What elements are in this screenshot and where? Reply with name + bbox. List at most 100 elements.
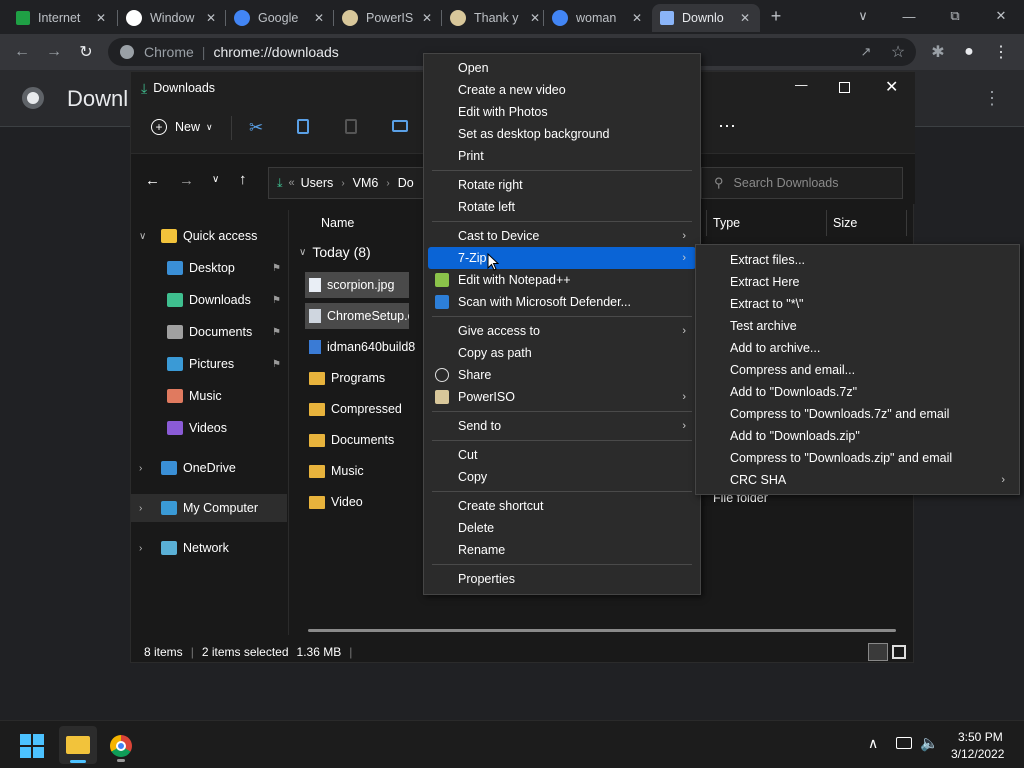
address-bar[interactable]: ⤓ « Users › VM6 › Do <box>268 167 428 199</box>
menu-item-print[interactable]: Print <box>428 145 696 167</box>
column-divider[interactable] <box>826 210 827 236</box>
column-header-type[interactable]: Type <box>713 216 740 230</box>
menu-item-create-shortcut[interactable]: Create shortcut <box>428 495 696 517</box>
forward-arrow-icon[interactable]: → <box>179 172 194 189</box>
tab-close-icon[interactable]: ✕ <box>204 11 218 25</box>
zip-menu-item-crc-sha[interactable]: CRC SHA › <box>700 469 1015 491</box>
file-row[interactable]: Video <box>305 489 415 515</box>
menu-item-share[interactable]: Share <box>428 364 696 386</box>
breadcrumb-overflow-icon[interactable]: « <box>289 177 295 189</box>
large-icons-view-icon[interactable] <box>892 645 906 659</box>
minimize-icon[interactable]: — <box>886 0 932 32</box>
restore-icon[interactable]: ⧉ <box>932 0 978 32</box>
menu-item-create-a-new-video[interactable]: Create a new video <box>428 79 696 101</box>
new-button[interactable]: + New ∨ <box>151 119 213 135</box>
close-icon[interactable]: ✕ <box>978 0 1024 32</box>
network-icon[interactable] <box>896 737 912 749</box>
column-header-size[interactable]: Size <box>833 216 857 230</box>
taskbar-file-explorer[interactable] <box>59 726 97 764</box>
nav-item-my-computer[interactable]: › My Computer <box>131 494 287 522</box>
nav-item-downloads[interactable]: Downloads ⚑ <box>131 286 287 314</box>
tab-window[interactable]: Window ✕ <box>118 4 226 32</box>
menu-item-open[interactable]: Open <box>428 57 696 79</box>
search-input[interactable]: ⚲ Search Downloads <box>701 167 903 199</box>
taskbar-chrome[interactable] <box>104 729 138 763</box>
nav-item-pictures[interactable]: Pictures ⚑ <box>131 350 287 378</box>
zip-menu-item-compress-to-downloads-7z-and-email[interactable]: Compress to "Downloads.7z" and email <box>700 403 1015 425</box>
nav-item-music[interactable]: Music <box>131 382 287 410</box>
menu-item-cut[interactable]: Cut <box>428 444 696 466</box>
minimize-icon[interactable]: — <box>795 78 808 92</box>
menu-item-edit-with-notepad[interactable]: Edit with Notepad++ <box>428 269 696 291</box>
zip-menu-item-compress-to-downloads-zip-and-email[interactable]: Compress to "Downloads.zip" and email <box>700 447 1015 469</box>
menu-item-properties[interactable]: Properties <box>428 568 696 590</box>
menu-item-set-as-desktop-background[interactable]: Set as desktop background <box>428 123 696 145</box>
horizontal-scrollbar[interactable] <box>308 629 896 632</box>
tab-woman[interactable]: woman ✕ <box>544 4 652 32</box>
menu-item-send-to[interactable]: Send to › <box>428 415 696 437</box>
breadcrumb-vm6[interactable]: VM6 <box>353 176 379 190</box>
close-icon[interactable]: ✕ <box>885 77 898 97</box>
zip-menu-item-add-to-archive[interactable]: Add to archive... <box>700 337 1015 359</box>
tab-internet[interactable]: Internet ✕ <box>8 4 116 32</box>
chevron-down-icon[interactable]: ∨ <box>139 231 153 242</box>
volume-icon[interactable]: 🔈 <box>920 734 939 752</box>
forward-icon[interactable]: → <box>43 41 65 63</box>
file-row[interactable]: ChromeSetup.exe <box>305 303 409 329</box>
clock-time[interactable]: 3:50 PM <box>958 730 1003 744</box>
new-tab-icon[interactable]: + <box>754 0 798 32</box>
cut-icon[interactable]: ✂ <box>249 118 263 138</box>
copy-icon[interactable] <box>297 119 309 134</box>
back-arrow-icon[interactable]: ← <box>145 172 160 189</box>
column-header-name[interactable]: Name <box>321 216 354 230</box>
zip-menu-item-add-to-downloads-7z[interactable]: Add to "Downloads.7z" <box>700 381 1015 403</box>
show-hidden-icons-icon[interactable]: ∧ <box>868 735 878 752</box>
zip-menu-item-extract-here[interactable]: Extract Here <box>700 271 1015 293</box>
menu-item-7-zip[interactable]: 7-Zip › <box>428 247 696 269</box>
maximize-icon[interactable] <box>839 82 850 93</box>
breadcrumb-downloads[interactable]: Do <box>398 176 414 190</box>
zip-menu-item-test-archive[interactable]: Test archive <box>700 315 1015 337</box>
details-view-icon[interactable] <box>868 643 888 661</box>
nav-item-documents[interactable]: Documents ⚑ <box>131 318 287 346</box>
zip-menu-item-add-to-downloads-zip[interactable]: Add to "Downloads.zip" <box>700 425 1015 447</box>
column-divider[interactable] <box>906 210 907 236</box>
chevron-right-icon[interactable]: › <box>139 543 153 554</box>
file-row[interactable]: scorpion.jpg <box>305 272 409 298</box>
zip-menu-item-extract-to[interactable]: Extract to "*\" <box>700 293 1015 315</box>
group-header-today[interactable]: ∨ Today (8) <box>299 244 371 260</box>
tab-close-icon[interactable]: ✕ <box>738 11 752 25</box>
reload-icon[interactable]: ↻ <box>75 41 97 63</box>
clock-date[interactable]: 3/12/2022 <box>951 747 1004 761</box>
menu-item-give-access-to[interactable]: Give access to › <box>428 320 696 342</box>
breadcrumb-users[interactable]: Users <box>301 176 334 190</box>
recent-locations-icon[interactable]: ∨ <box>212 174 219 185</box>
file-row[interactable]: Music <box>305 458 415 484</box>
tab-close-icon[interactable]: ✕ <box>420 11 434 25</box>
nav-item-network[interactable]: › Network <box>131 534 287 562</box>
zip-menu-item-compress-and-email[interactable]: Compress and email... <box>700 359 1015 381</box>
file-row[interactable]: Programs <box>305 365 415 391</box>
tab-close-icon[interactable]: ✕ <box>528 11 542 25</box>
file-row[interactable]: Documents <box>305 427 415 453</box>
chrome-menu-icon[interactable]: ⋮ <box>990 41 1012 63</box>
tab-close-icon[interactable]: ✕ <box>630 11 644 25</box>
menu-item-rotate-right[interactable]: Rotate right <box>428 174 696 196</box>
tab-google[interactable]: Google ✕ <box>226 4 334 32</box>
column-divider[interactable] <box>706 210 707 236</box>
more-options-icon[interactable]: ⋯ <box>718 116 736 137</box>
tab-search-icon[interactable]: ∨ <box>840 0 886 32</box>
paste-icon[interactable] <box>345 119 357 134</box>
menu-item-copy[interactable]: Copy <box>428 466 696 488</box>
page-menu-icon[interactable]: ⋮ <box>983 88 1001 109</box>
nav-item-videos[interactable]: Videos <box>131 414 287 442</box>
profile-icon[interactable]: ● <box>958 41 980 63</box>
nav-item-onedrive[interactable]: › OneDrive <box>131 454 287 482</box>
share-icon[interactable]: ↗ <box>855 41 877 63</box>
menu-item-delete[interactable]: Delete <box>428 517 696 539</box>
menu-item-scan-with-microsoft-defender[interactable]: Scan with Microsoft Defender... <box>428 291 696 313</box>
file-row[interactable]: idman640build8.e <box>305 334 415 360</box>
back-icon[interactable]: ← <box>11 41 33 63</box>
menu-item-rename[interactable]: Rename <box>428 539 696 561</box>
zip-menu-item-extract-files[interactable]: Extract files... <box>700 249 1015 271</box>
